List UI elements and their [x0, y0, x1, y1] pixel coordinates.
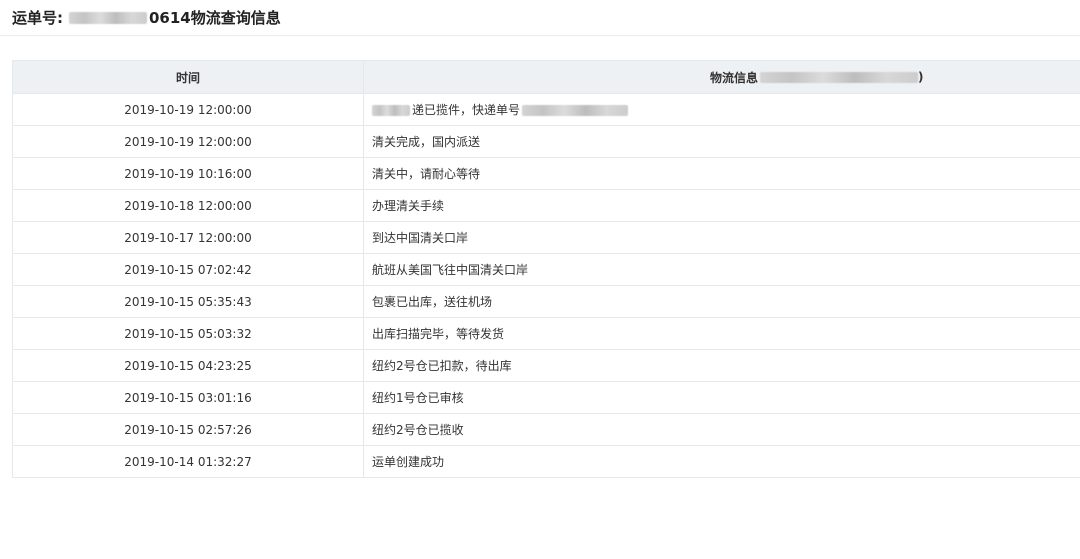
table-row: 2019-10-19 12:00:00 清关完成，国内派送 — [12, 125, 1080, 158]
row-info: 纽约2号仓已扣款，待出库 — [363, 349, 1080, 382]
column-header-info-label: 物流信息 — [710, 70, 759, 85]
table-row: 2019-10-15 05:03:32 出库扫描完毕，等待发货 — [12, 317, 1080, 350]
row-info: 办理清关手续 — [363, 189, 1080, 222]
table-header-row: 时间 物流信息 ) — [12, 60, 1080, 94]
row-info-text: 递已揽件，快递单号 — [412, 103, 521, 117]
row-info: 递已揽件，快递单号 — [363, 93, 1080, 126]
column-header-info: 物流信息 ) — [363, 60, 1080, 94]
page-title: 运单号: 0614物流查询信息 — [12, 8, 281, 28]
row-time: 2019-10-15 02:57:26 — [12, 413, 364, 446]
row-info: 包裹已出库，送往机场 — [363, 285, 1080, 318]
row-time: 2019-10-15 03:01:16 — [12, 381, 364, 414]
table-row: 2019-10-15 02:57:26 纽约2号仓已揽收 — [12, 413, 1080, 446]
row-info: 纽约2号仓已揽收 — [363, 413, 1080, 446]
row-time: 2019-10-19 12:00:00 — [12, 93, 364, 126]
row-info: 纽约1号仓已审核 — [363, 381, 1080, 414]
redacted-carrier-name — [760, 71, 919, 83]
row-time: 2019-10-18 12:00:00 — [12, 189, 364, 222]
table-row: 2019-10-19 12:00:00 递已揽件，快递单号 — [12, 93, 1080, 126]
table-row: 2019-10-14 01:32:27 运单创建成功 — [12, 445, 1080, 478]
table-row: 2019-10-19 10:16:00 清关中，请耐心等待 — [12, 157, 1080, 190]
row-info: 运单创建成功 — [363, 445, 1080, 478]
row-time: 2019-10-15 07:02:42 — [12, 253, 364, 286]
row-info: 到达中国清关口岸 — [363, 221, 1080, 254]
title-suffix: 0614物流查询信息 — [149, 9, 281, 27]
table-row: 2019-10-15 03:01:16 纽约1号仓已审核 — [12, 381, 1080, 414]
page-header: 运单号: 0614物流查询信息 — [0, 0, 1080, 36]
table-row: 2019-10-15 05:35:43 包裹已出库，送往机场 — [12, 285, 1080, 318]
column-header-time: 时间 — [12, 60, 364, 94]
row-time: 2019-10-19 12:00:00 — [12, 125, 364, 158]
tracking-table: 时间 物流信息 ) 2019-10-19 12:00:00 递已揽件，快递单号 … — [12, 60, 1080, 478]
redacted-tracking-number — [69, 12, 147, 24]
table-row: 2019-10-15 04:23:25 纽约2号仓已扣款，待出库 — [12, 349, 1080, 382]
table-row: 2019-10-15 07:02:42 航班从美国飞往中国清关口岸 — [12, 253, 1080, 286]
row-time: 2019-10-15 05:35:43 — [12, 285, 364, 318]
row-time: 2019-10-17 12:00:00 — [12, 221, 364, 254]
row-info: 清关完成，国内派送 — [363, 125, 1080, 158]
row-time: 2019-10-15 04:23:25 — [12, 349, 364, 382]
tracking-table-container: 时间 物流信息 ) 2019-10-19 12:00:00 递已揽件，快递单号 … — [12, 60, 1080, 478]
row-info: 清关中，请耐心等待 — [363, 157, 1080, 190]
row-time: 2019-10-15 05:03:32 — [12, 317, 364, 350]
row-time: 2019-10-14 01:32:27 — [12, 445, 364, 478]
redacted-courier-number — [522, 105, 629, 116]
table-row: 2019-10-17 12:00:00 到达中国清关口岸 — [12, 221, 1080, 254]
row-info: 航班从美国飞往中国清关口岸 — [363, 253, 1080, 286]
row-info: 出库扫描完毕，等待发货 — [363, 317, 1080, 350]
title-prefix: 运单号: — [12, 9, 63, 27]
column-header-info-suffix: ) — [918, 70, 924, 84]
redacted-courier-name — [372, 105, 410, 116]
table-row: 2019-10-18 12:00:00 办理清关手续 — [12, 189, 1080, 222]
row-time: 2019-10-19 10:16:00 — [12, 157, 364, 190]
